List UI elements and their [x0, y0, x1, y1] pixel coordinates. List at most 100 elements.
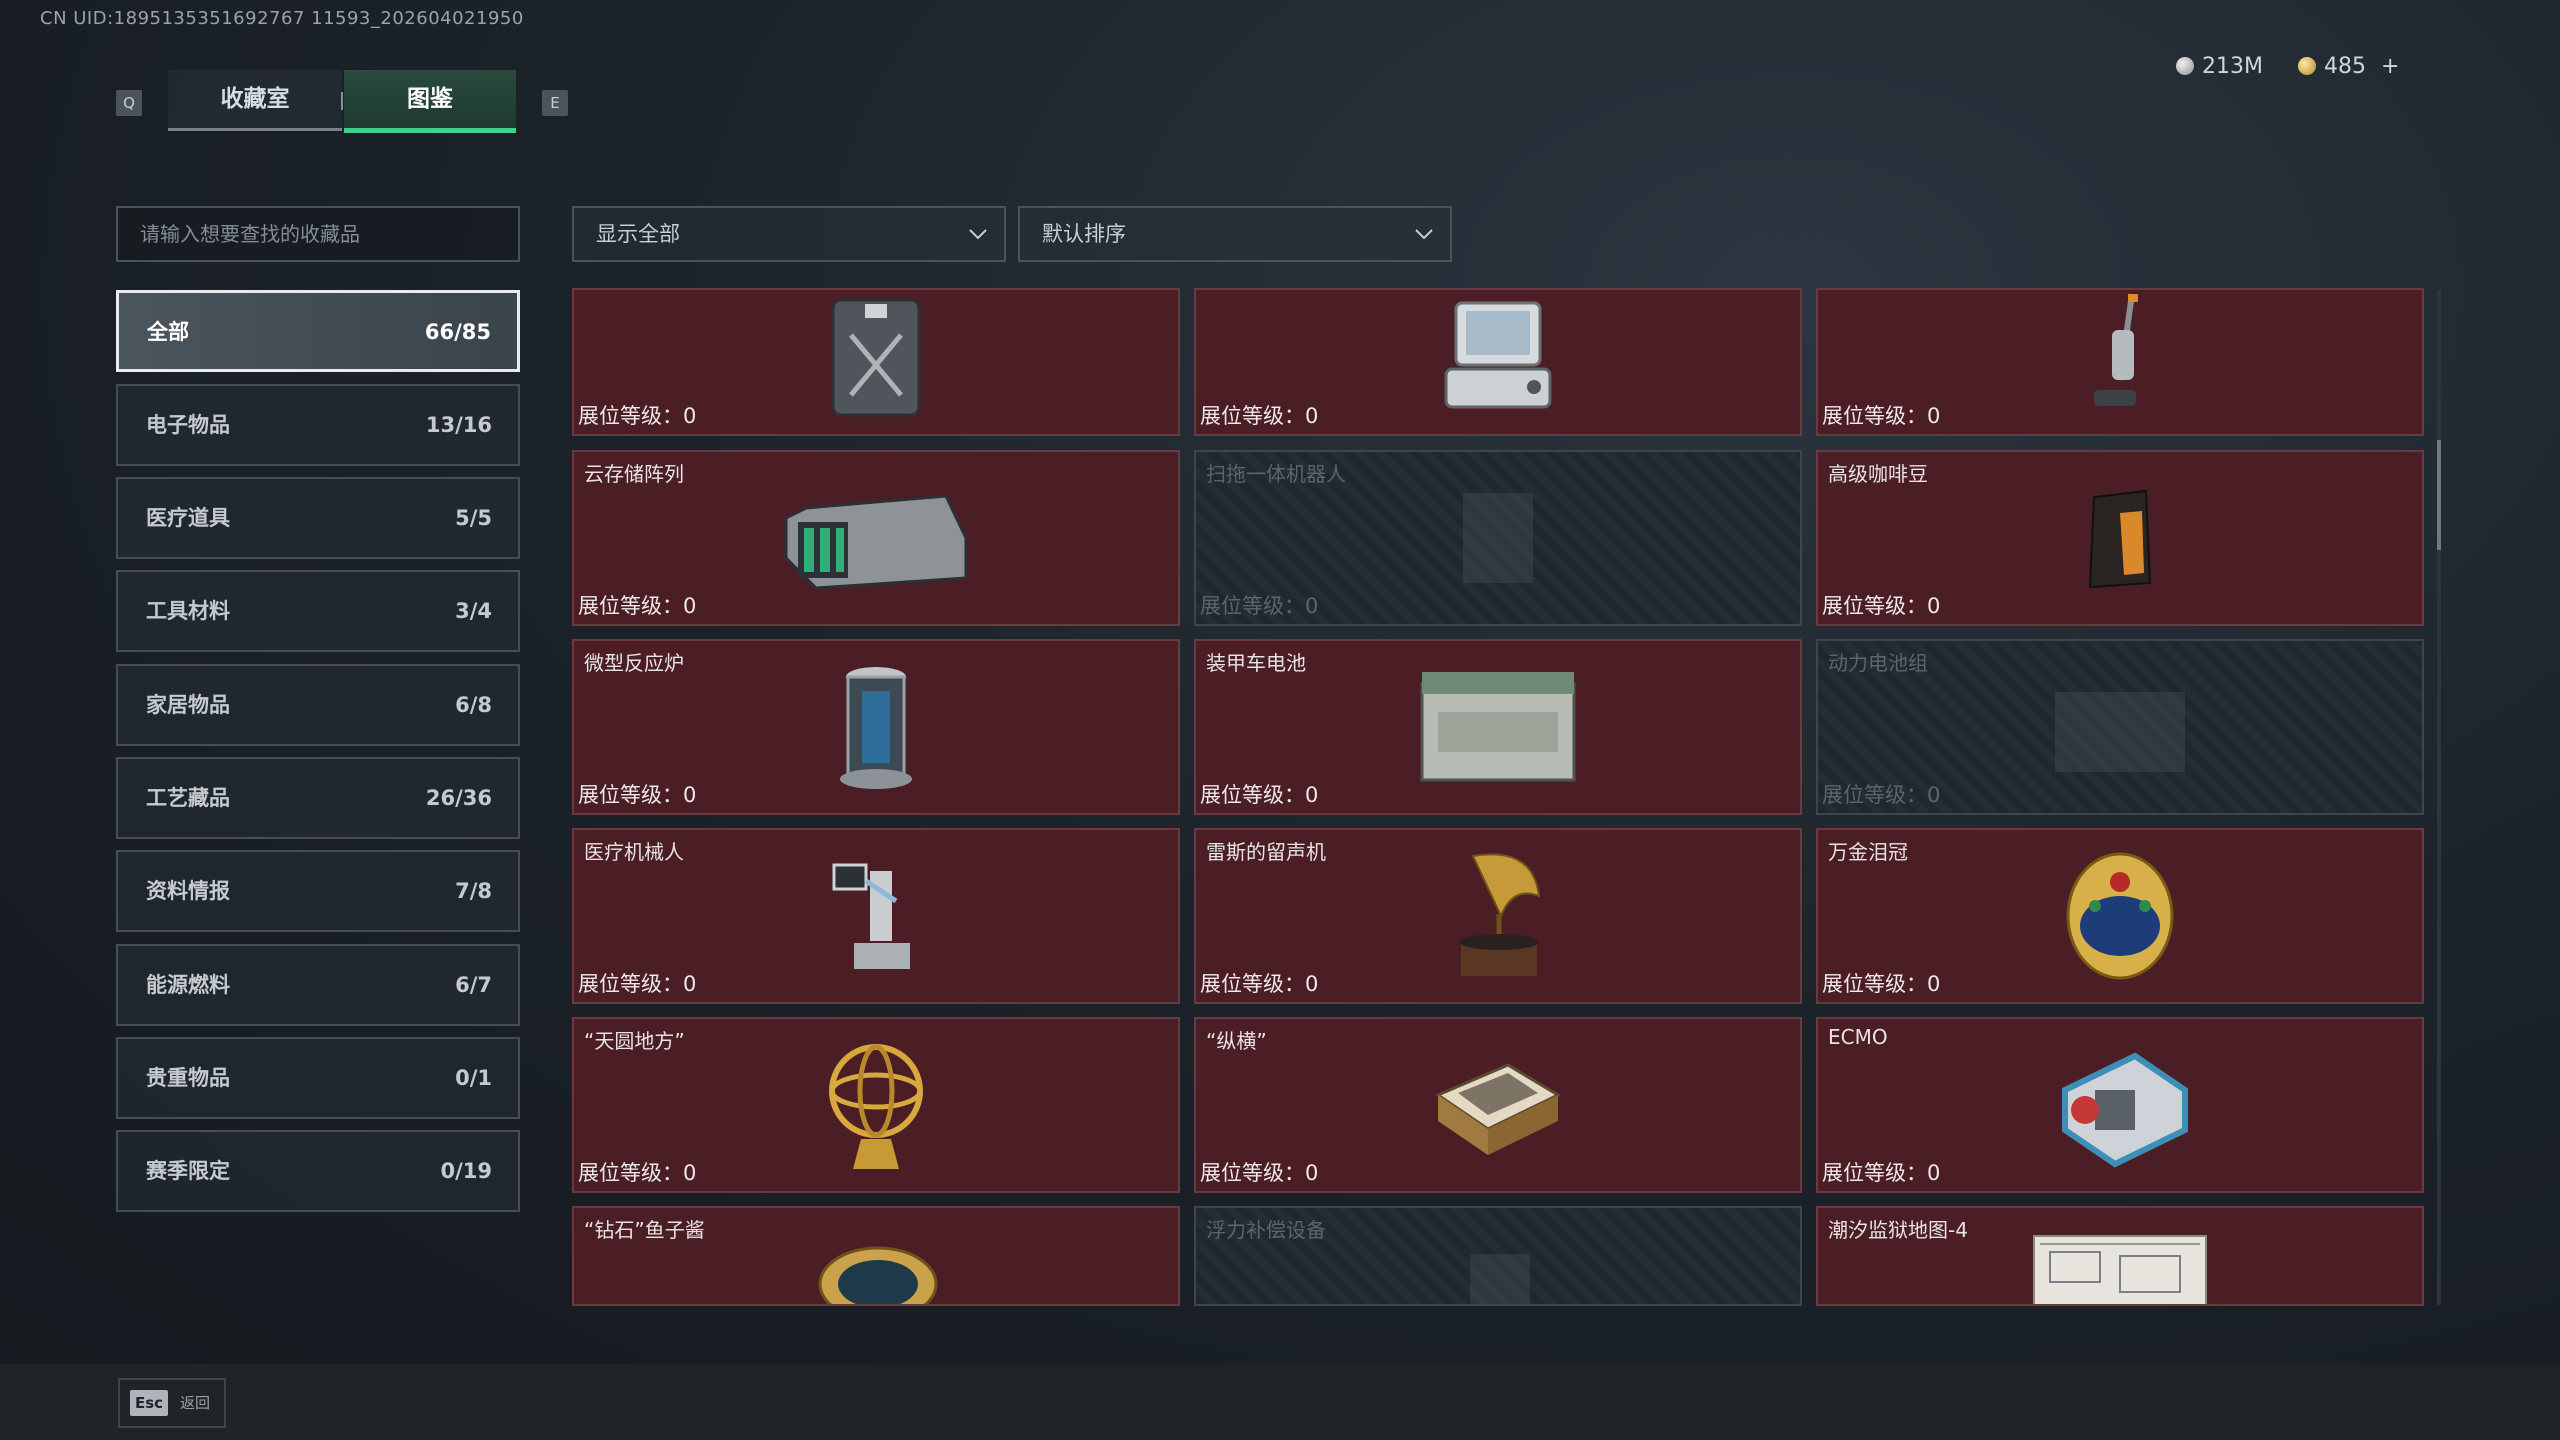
- level-label: 展位等级：: [578, 404, 683, 428]
- category-count: 26/36: [425, 786, 492, 810]
- category-count: 6/8: [455, 693, 492, 717]
- item-card[interactable]: 微型反应炉 展位等级：0: [572, 639, 1180, 815]
- item-card[interactable]: 扫拖一体机器人 展位等级：0: [1194, 450, 1802, 626]
- level-value: 0: [1305, 972, 1319, 996]
- level-label: 展位等级：: [578, 972, 683, 996]
- tab-collection-room[interactable]: 收藏室: [168, 70, 342, 131]
- ecmo-machine-icon: [2062, 1052, 2188, 1168]
- category-valuables[interactable]: 贵重物品 0/1: [116, 1037, 520, 1119]
- item-card[interactable]: “钻石”鱼子酱: [572, 1206, 1180, 1306]
- caviar-tin-icon: [818, 1246, 938, 1304]
- back-button[interactable]: Esc 返回: [118, 1378, 226, 1428]
- car-battery-icon: [1420, 672, 1576, 782]
- gramophone-icon: [1459, 853, 1541, 976]
- category-seasonal[interactable]: 赛季限定 0/19: [116, 1130, 520, 1212]
- level-value: 0: [1305, 404, 1319, 428]
- item-name: 高级咖啡豆: [1828, 462, 1928, 486]
- item-card[interactable]: 浮力补偿设备: [1194, 1206, 1802, 1306]
- level-value: 0: [1305, 1161, 1319, 1185]
- grid-scroll-thumb[interactable]: [2437, 440, 2441, 550]
- player-uid: CN UID:1895135351692767 11593_2026040219…: [40, 8, 524, 29]
- sort-value: 默认排序: [1042, 222, 1126, 246]
- item-card[interactable]: 展位等级：0: [1816, 288, 2424, 436]
- category-medical[interactable]: 医疗道具 5/5: [116, 477, 520, 559]
- chevron-down-icon: [969, 229, 987, 240]
- gold-amount: 485: [2324, 54, 2366, 79]
- item-card[interactable]: 医疗机械人 展位等级：0: [572, 828, 1180, 1004]
- level-value: 0: [1927, 783, 1941, 807]
- category-count: 66/85: [424, 320, 491, 344]
- category-electronics[interactable]: 电子物品 13/16: [116, 384, 520, 466]
- reactor-icon: [840, 667, 912, 789]
- level-label: 展位等级：: [1822, 1161, 1927, 1185]
- level-label: 展位等级：: [578, 594, 683, 618]
- item-card[interactable]: 动力电池组 展位等级：0: [1816, 639, 2424, 815]
- battery-pack-icon: [2055, 692, 2185, 772]
- item-card[interactable]: 展位等级：0: [572, 288, 1180, 436]
- gold-currency: 485 +: [2298, 54, 2399, 79]
- category-label: 工艺藏品: [146, 786, 230, 810]
- level-label: 展位等级：: [1822, 404, 1927, 428]
- back-label: 返回: [180, 1394, 211, 1412]
- gold-coin-icon: [2298, 57, 2316, 75]
- item-name: “天圆地方”: [584, 1029, 685, 1053]
- tab-codex[interactable]: 图鉴: [344, 70, 516, 133]
- category-energy[interactable]: 能源燃料 6/7: [116, 944, 520, 1026]
- esc-key-hint: Esc: [130, 1390, 168, 1416]
- level-value: 0: [683, 972, 697, 996]
- level-value: 0: [683, 1161, 697, 1185]
- level-label: 展位等级：: [1200, 783, 1305, 807]
- item-name: “钻石”鱼子酱: [584, 1218, 705, 1242]
- item-card[interactable]: 展位等级：0: [1194, 288, 1802, 436]
- map-icon: [2033, 1235, 2207, 1304]
- level-value: 0: [1927, 1161, 1941, 1185]
- level-label: 展位等级：: [578, 783, 683, 807]
- item-card[interactable]: 潮汐监狱地图-4: [1816, 1206, 2424, 1306]
- level-value: 0: [683, 594, 697, 618]
- item-name: 动力电池组: [1828, 651, 1928, 675]
- item-name: 装甲车电池: [1206, 651, 1306, 675]
- mop-robot-icon: [1463, 493, 1533, 583]
- category-count: 5/5: [455, 506, 492, 530]
- bottom-bar: [0, 1364, 2560, 1440]
- item-card[interactable]: 云存储阵列 展位等级：0: [572, 450, 1180, 626]
- sort-dropdown[interactable]: 默认排序: [1018, 206, 1452, 262]
- category-label: 家居物品: [146, 693, 230, 717]
- item-name: “纵横”: [1206, 1029, 1267, 1053]
- level-value: 0: [1927, 594, 1941, 618]
- category-crafts[interactable]: 工艺藏品 26/36: [116, 757, 520, 839]
- tab-divider: [341, 92, 343, 110]
- medical-robot-icon: [832, 863, 910, 969]
- category-count: 0/19: [440, 1159, 492, 1183]
- item-name: 潮汐监狱地图-4: [1828, 1218, 1968, 1242]
- item-card[interactable]: “天圆地方” 展位等级：0: [572, 1017, 1180, 1193]
- category-tools[interactable]: 工具材料 3/4: [116, 570, 520, 652]
- category-all[interactable]: 全部 66/85: [116, 290, 520, 372]
- item-name: 雷斯的留声机: [1206, 840, 1326, 864]
- item-card[interactable]: ECMO 展位等级：0: [1816, 1017, 2424, 1193]
- level-value: 0: [683, 404, 697, 428]
- item-card[interactable]: 装甲车电池 展位等级：0: [1194, 639, 1802, 815]
- silver-currency: 213M: [2176, 54, 2263, 79]
- level-label: 展位等级：: [1822, 594, 1927, 618]
- item-card[interactable]: 高级咖啡豆 展位等级：0: [1816, 450, 2424, 626]
- jerrycan-icon: [831, 298, 921, 417]
- buoyancy-device-icon: [1470, 1254, 1530, 1304]
- category-label: 工具材料: [146, 599, 230, 623]
- search-input[interactable]: 请输入想要查找的收藏品: [116, 206, 520, 262]
- category-count: 3/4: [455, 599, 492, 623]
- item-card[interactable]: 万金泪冠 展位等级：0: [1816, 828, 2424, 1004]
- level-label: 展位等级：: [1200, 972, 1305, 996]
- item-card[interactable]: “纵横” 展位等级：0: [1194, 1017, 1802, 1193]
- category-label: 全部: [147, 320, 189, 344]
- silver-amount: 213M: [2202, 54, 2263, 79]
- category-count: 0/1: [455, 1066, 492, 1090]
- item-card[interactable]: 雷斯的留声机 展位等级：0: [1194, 828, 1802, 1004]
- add-currency-button[interactable]: +: [2381, 54, 2399, 79]
- level-value: 0: [1305, 783, 1319, 807]
- level-value: 0: [1305, 594, 1319, 618]
- display-filter-dropdown[interactable]: 显示全部: [572, 206, 1006, 262]
- category-intel[interactable]: 资料情报 7/8: [116, 850, 520, 932]
- computer-terminal-icon: [1444, 301, 1552, 409]
- category-household[interactable]: 家居物品 6/8: [116, 664, 520, 746]
